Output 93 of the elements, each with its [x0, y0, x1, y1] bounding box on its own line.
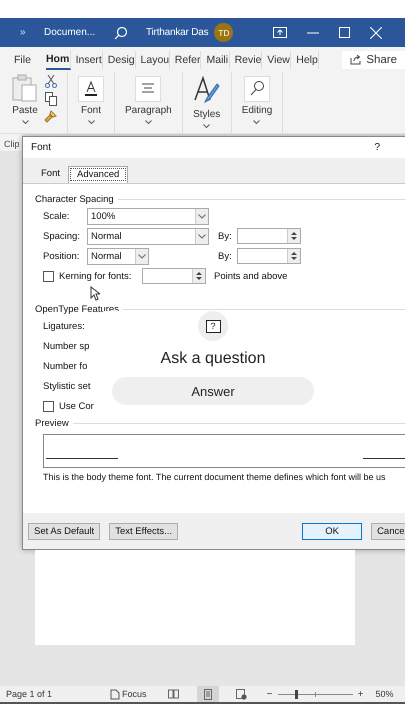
- section-heading: Preview: [35, 418, 69, 428]
- ribbon-tab[interactable]: Refer: [174, 50, 202, 68]
- group-label: Clip: [3, 139, 20, 149]
- ribbon-display-icon[interactable]: [273, 27, 288, 38]
- pointer-icon: [90, 286, 100, 301]
- ribbon-tab[interactable]: Hom: [46, 50, 71, 70]
- field-label: Position:: [43, 250, 80, 262]
- kerning-checkbox[interactable]: [43, 270, 54, 282]
- chevron-icon[interactable]: [88, 120, 94, 124]
- preview-description: This is the body theme font. The current document theme defines which font will be us: [43, 472, 387, 482]
- clipboard-icon[interactable]: [12, 74, 38, 102]
- checkbox-label: Kerning for fonts:: [59, 270, 132, 282]
- answer-button[interactable]: Answer: [112, 377, 314, 405]
- ribbon-group-label[interactable]: Paragraph: [125, 105, 172, 116]
- ribbon-tab[interactable]: Revie: [234, 50, 262, 68]
- scale-dropdown[interactable]: 100%: [87, 208, 209, 224]
- share-button[interactable]: Share: [342, 50, 405, 68]
- maximize-icon[interactable]: [339, 27, 350, 38]
- section-heading: Character Spacing: [35, 194, 114, 204]
- document-title: Documen...: [44, 27, 96, 38]
- chevron-icon: [138, 254, 146, 258]
- position-dropdown[interactable]: Normal: [87, 248, 149, 264]
- search-icon[interactable]: [114, 26, 128, 40]
- ribbon-tab[interactable]: Insert: [76, 50, 103, 68]
- ribbon-tab[interactable]: File: [14, 50, 32, 68]
- field-label: By:: [218, 250, 233, 262]
- section-heading: OpenType Features: [35, 304, 119, 314]
- question-bubble: ?: [206, 320, 220, 332]
- ribbon-tab[interactable]: Desig: [108, 50, 136, 68]
- align-icon[interactable]: [135, 76, 162, 102]
- zoom-level[interactable]: 50%: [376, 689, 394, 699]
- brush-icon[interactable]: [44, 110, 57, 123]
- search-icon[interactable]: [244, 76, 270, 102]
- dialog-tab[interactable]: Font: [33, 166, 68, 183]
- field-label: Number sp: [43, 340, 90, 352]
- page-count: Page 1 of 1: [6, 689, 54, 699]
- field-label: Spacing:: [43, 230, 81, 242]
- popup-title: Ask a question: [160, 350, 266, 368]
- more-commands[interactable]: »: [20, 27, 44, 38]
- view-button[interactable]: [196, 686, 219, 702]
- chevron-icon[interactable]: [203, 124, 210, 128]
- ribbon-group-label[interactable]: Font: [80, 105, 101, 116]
- zoom-out-button[interactable]: −: [264, 688, 275, 700]
- ribbon-tab[interactable]: View: [267, 50, 292, 68]
- field-label: Number fo: [43, 360, 88, 372]
- dialog-button[interactable]: Text Effects...: [109, 522, 178, 540]
- spinner-icon: [196, 271, 202, 281]
- user-name: Tirthankar Das: [146, 27, 208, 38]
- chevron-icon: [198, 234, 206, 238]
- font-color-icon[interactable]: [78, 76, 104, 102]
- chevron-icon[interactable]: [144, 120, 152, 124]
- field-label: Scale:: [43, 210, 70, 222]
- spacing-by-field[interactable]: [237, 228, 301, 244]
- position-by-field[interactable]: [237, 248, 301, 264]
- spinner-icon: [291, 231, 297, 241]
- ribbon-group-label[interactable]: Editing: [242, 105, 272, 116]
- contextual-checkbox[interactable]: [43, 400, 54, 412]
- close-icon[interactable]: [370, 26, 382, 38]
- share-icon: [350, 54, 362, 65]
- ribbon-tab[interactable]: Layou: [140, 50, 170, 68]
- page-icon: [204, 688, 212, 700]
- chevron-icon[interactable]: [22, 120, 28, 124]
- minimize-icon[interactable]: [307, 32, 320, 34]
- ribbon-tab[interactable]: Help: [296, 50, 320, 68]
- chevron-icon: [198, 214, 206, 218]
- spinner-icon: [291, 251, 297, 261]
- book-icon: [168, 689, 180, 699]
- ribbon-group-label[interactable]: Styles: [193, 109, 220, 120]
- field-label: By:: [218, 230, 233, 242]
- checkbox-label: Use Cor: [59, 400, 95, 412]
- dialog-button[interactable]: OK: [302, 522, 362, 540]
- dialog-title: Font: [31, 142, 52, 153]
- user-avatar[interactable]: TD: [214, 23, 234, 42]
- paste-label[interactable]: Paste: [12, 105, 38, 116]
- focus-button[interactable]: Focus: [110, 688, 147, 700]
- dialog-button[interactable]: Set As Default: [28, 522, 100, 540]
- chevron-icon[interactable]: [253, 120, 260, 124]
- field-label: Points and above: [214, 270, 288, 282]
- dialog-button[interactable]: Cance: [371, 522, 405, 540]
- dialog-tab[interactable]: Advanced: [68, 166, 128, 183]
- web-layout-icon: [236, 688, 248, 700]
- ribbon-tab[interactable]: Maili: [206, 50, 230, 68]
- kerning-field[interactable]: [142, 268, 206, 284]
- copy-icon[interactable]: [44, 92, 56, 106]
- field-label: Ligatures:: [43, 320, 85, 332]
- focus-icon: [110, 688, 120, 700]
- scissors-icon[interactable]: [44, 74, 56, 88]
- help-button[interactable]: ?: [374, 142, 380, 153]
- spacing-dropdown[interactable]: Normal: [87, 228, 209, 244]
- styles-icon[interactable]: [192, 76, 221, 106]
- field-label: Stylistic set: [43, 380, 91, 392]
- zoom-slider-thumb[interactable]: [295, 690, 298, 698]
- zoom-in-button[interactable]: +: [356, 688, 366, 700]
